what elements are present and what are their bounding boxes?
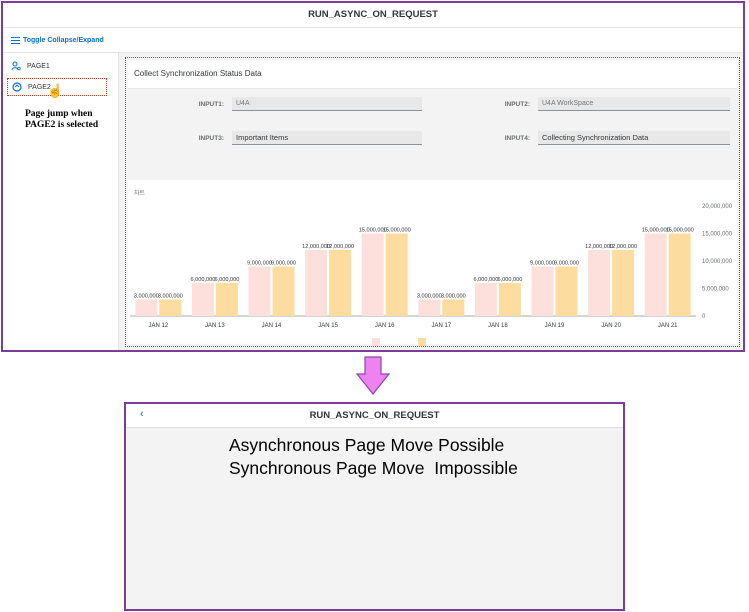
user-settings-icon <box>11 61 21 71</box>
bar-s1-0 <box>135 299 158 316</box>
bar-s1-2 <box>248 266 271 316</box>
bar-s2-2 <box>272 266 295 316</box>
sidebar: PAGE1 PAGE2 ☝ Page jump when PAGE2 is se… <box>3 53 119 350</box>
bar-s2-8 <box>612 250 635 316</box>
input2-field[interactable]: U4A WorkSpace <box>538 97 730 111</box>
result-message: Asynchronous Page Move Possible Synchron… <box>229 434 518 480</box>
bar-s1-9 <box>644 233 667 316</box>
sync-panel: Collect Synchronization Status Data INPU… <box>125 57 740 347</box>
data-label: 6,000,000 <box>497 277 522 283</box>
input3-label: INPUT3: <box>198 135 224 142</box>
toolbar: Toggle Collapse/Expand <box>3 28 743 53</box>
data-label: 3,000,000 <box>158 294 183 300</box>
app-title: RUN_ASYNC_ON_REQUEST <box>3 3 743 28</box>
bar-s2-1 <box>215 283 238 316</box>
input1-field[interactable]: U4A <box>232 97 422 111</box>
sync-app-window: RUN_ASYNC_ON_REQUEST Toggle Collapse/Exp… <box>1 1 745 352</box>
x-tick-label: JAN 20 <box>601 323 621 329</box>
bar-s1-1 <box>191 283 214 316</box>
bar-s2-6 <box>498 283 521 316</box>
bar-s2-0 <box>159 299 182 316</box>
x-tick-label: JAN 13 <box>205 323 225 329</box>
message-line-1: Asynchronous Page Move Possible <box>229 435 505 455</box>
y-tick-label: 10,000,000 <box>702 259 733 265</box>
bar-s1-4 <box>361 233 384 316</box>
hand-cursor-icon: ☝ <box>47 83 64 98</box>
bar-s2-7 <box>555 266 578 316</box>
y-tick-label: 15,000,000 <box>702 232 733 238</box>
x-tick-label: JAN 16 <box>375 323 395 329</box>
data-label: 9,000,000 <box>271 261 296 267</box>
input2-label: INPUT2: <box>504 101 530 108</box>
y-tick-label: 0 <box>702 314 706 320</box>
data-label: 9,000,000 <box>554 261 579 267</box>
x-tick-label: JAN 14 <box>262 323 282 329</box>
main-content: Collect Synchronization Status Data INPU… <box>119 53 743 350</box>
input3-field[interactable]: Important Items <box>232 131 422 145</box>
bar-s2-9 <box>668 233 691 316</box>
x-tick-label: JAN 12 <box>148 323 168 329</box>
data-label: 15,000,000 <box>666 228 694 234</box>
bar-s1-8 <box>588 250 611 316</box>
page-jump-annotation: Page jump when PAGE2 is selected <box>25 109 99 130</box>
sync-icon <box>12 82 22 92</box>
data-label: 6,000,000 <box>190 277 215 283</box>
y-tick-label: 20,000,000 <box>702 204 733 210</box>
data-label: 3,000,000 <box>441 294 466 300</box>
bar-chart: 3,000,000 3,000,000JAN 126,000,000 6,000,0… <box>130 204 733 346</box>
data-label: 6,000,000 <box>214 277 239 283</box>
bar-s1-6 <box>474 283 497 316</box>
bar-s2-5 <box>442 299 465 316</box>
bar-s1-3 <box>305 250 328 316</box>
chart-card: 차트 3,000,000 3,000,000 JAN 12 6,000,000 6,00… <box>128 180 737 346</box>
sidebar-item-label: PAGE1 <box>27 62 50 70</box>
data-label: 12,000,000 <box>326 244 354 250</box>
toggle-collapse-button[interactable]: Toggle Collapse/Expand <box>11 34 104 46</box>
data-label: 15,000,000 <box>383 228 411 234</box>
bar-s2-4 <box>385 233 408 316</box>
x-tick-label: JAN 17 <box>431 323 451 329</box>
bar-s1-5 <box>418 299 441 316</box>
message-line-2: Synchronous Page Move Impossible <box>229 458 518 478</box>
x-tick-label: JAN 18 <box>488 323 508 329</box>
panel-title: Collect Synchronization Status Data <box>128 60 737 89</box>
data-label: 9,000,000 <box>530 261 555 267</box>
input1-label: INPUT1: <box>198 101 224 108</box>
input4-field[interactable]: Collecting Synchronization Data <box>538 131 730 145</box>
legend-swatch-2 <box>418 338 426 346</box>
data-label: 3,000,000 <box>134 294 159 300</box>
bar-s1-7 <box>531 266 554 316</box>
y-tick-label: 5,000,000 <box>702 287 729 293</box>
result-header: RUN_ASYNC_ON_REQUEST ‹ <box>126 404 623 428</box>
input-form: INPUT1: U4A INPUT2: U4A WorkSpace INPUT3… <box>128 89 737 163</box>
legend-swatch-1 <box>372 338 380 346</box>
down-arrow-icon <box>355 356 391 395</box>
menu-icon <box>11 36 20 44</box>
data-label: 9,000,000 <box>247 261 272 267</box>
bar-s2-3 <box>329 250 352 316</box>
x-tick-label: JAN 15 <box>318 323 338 329</box>
data-label: 6,000,000 <box>473 277 498 283</box>
data-label: 12,000,000 <box>609 244 637 250</box>
x-tick-label: JAN 21 <box>658 323 678 329</box>
input4-label: INPUT4: <box>504 135 530 142</box>
x-tick-label: JAN 19 <box>545 323 565 329</box>
toggle-label: Toggle Collapse/Expand <box>23 36 104 44</box>
result-title: RUN_ASYNC_ON_REQUEST <box>309 410 440 421</box>
back-button[interactable]: ‹ <box>140 408 144 420</box>
data-label: 3,000,000 <box>417 294 442 300</box>
sidebar-item-page1[interactable]: PAGE1 <box>7 57 107 75</box>
result-app-window: RUN_ASYNC_ON_REQUEST ‹ Asynchronous Page… <box>124 402 625 611</box>
